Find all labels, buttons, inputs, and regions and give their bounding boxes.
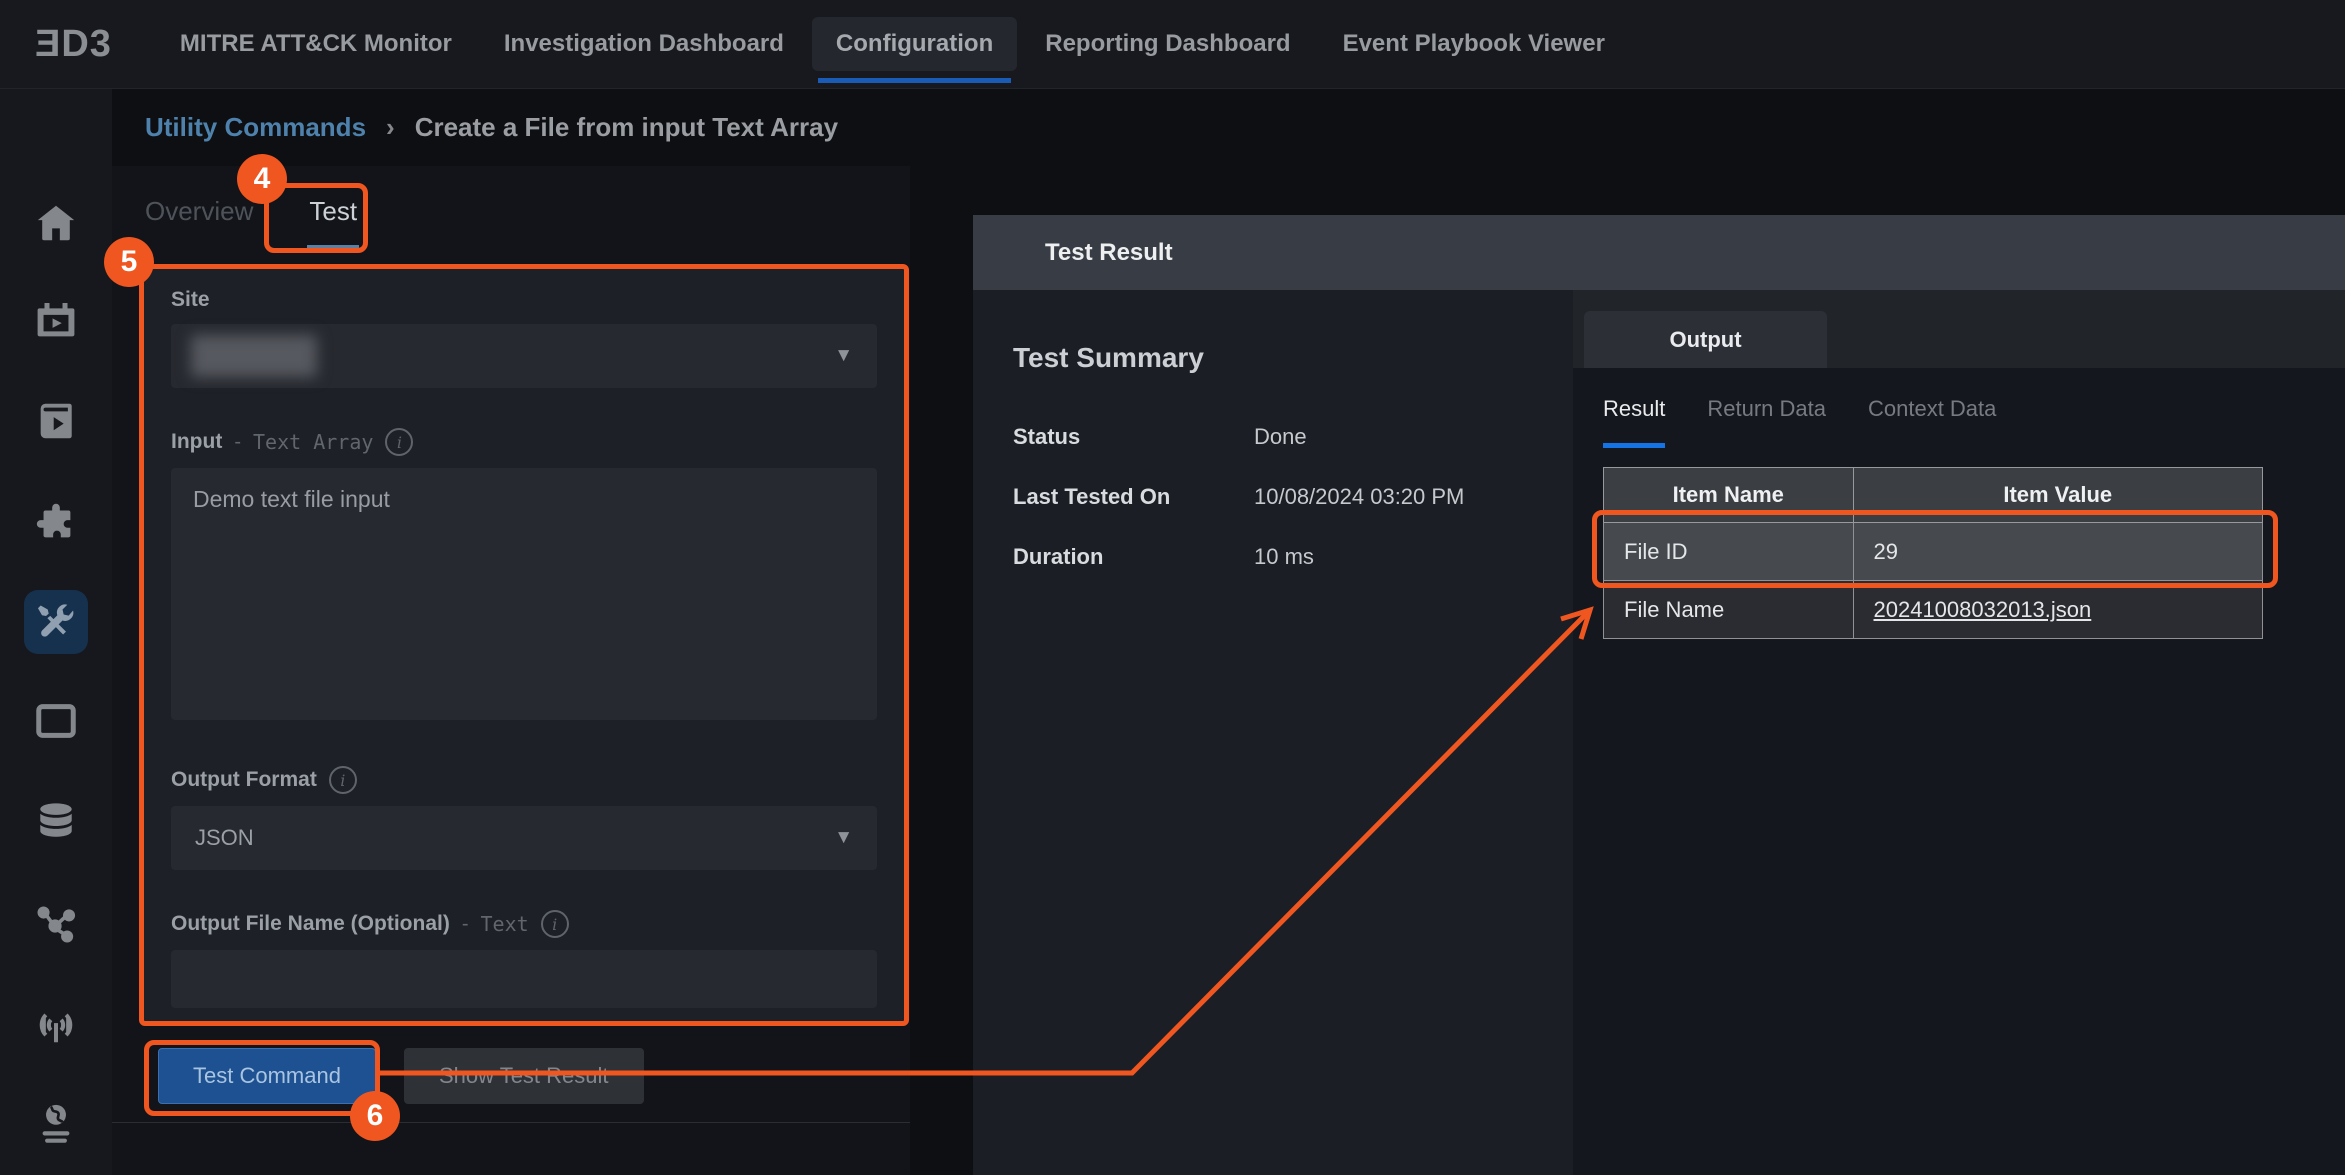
command-tabs: Overview Test (145, 196, 357, 251)
sidebar-item-link-analysis[interactable] (24, 893, 88, 957)
table-row-file-id: File ID 29 (1604, 523, 2263, 581)
sidebar-item-event-playbook[interactable] (24, 289, 88, 353)
sidebar-item-data-management[interactable] (24, 789, 88, 853)
subtab-context-data[interactable]: Context Data (1868, 396, 1996, 448)
calendar-play-icon (33, 298, 79, 344)
output-file-name-info-icon[interactable]: i (541, 910, 569, 938)
summary-row-duration: Duration 10 ms (1013, 544, 1573, 570)
output-format-label: Output Format (171, 768, 317, 792)
nav-item-mitre-attack-monitor[interactable]: MITRE ATT&CK Monitor (156, 17, 476, 71)
app-window: ƎD3 MITRE ATT&CK Monitor Investigation D… (0, 0, 2345, 1175)
site-label: Site (171, 288, 210, 312)
nav-item-event-playbook-viewer[interactable]: Event Playbook Viewer (1319, 17, 1629, 71)
header-item-value: Item Value (1853, 468, 2263, 523)
sidebar-item-broadcast[interactable] (24, 993, 88, 1057)
output-file-name-label: Output File Name (Optional) (171, 912, 450, 936)
table-row-file-name: File Name 20241008032013.json (1604, 581, 2263, 639)
summary-row-status: Status Done (1013, 424, 1573, 450)
subtab-result[interactable]: Result (1603, 396, 1665, 448)
antenna-broadcast-icon (33, 1002, 79, 1048)
file-name-name-cell: File Name (1604, 581, 1854, 639)
file-id-value-cell: 29 (1853, 523, 2263, 581)
site-select[interactable]: ▼ (171, 324, 877, 388)
output-subtabs: Result Return Data Context Data (1603, 396, 1996, 448)
redacted-site-value (191, 335, 317, 377)
test-result-panel: Test Result Test Summary Status Done Las… (973, 215, 2345, 1175)
d3-logo[interactable]: ƎD3 (35, 23, 112, 66)
puzzle-icon (33, 499, 79, 545)
database-icon (33, 798, 79, 844)
chevron-down-icon: ▼ (834, 345, 853, 367)
file-download-link[interactable]: 20241008032013.json (1874, 597, 2092, 622)
output-format-value: JSON (195, 825, 254, 851)
sidebar-item-integrations[interactable] (24, 490, 88, 554)
input-label: Input (171, 430, 222, 454)
tools-icon (33, 599, 79, 645)
table-header-row: Item Name Item Value (1604, 468, 2263, 523)
sidebar-item-geo-feed[interactable] (24, 1092, 88, 1156)
nav-item-investigation-dashboard[interactable]: Investigation Dashboard (480, 17, 808, 71)
book-play-icon (33, 398, 79, 444)
header-item-name: Item Name (1604, 468, 1854, 523)
test-summary: Test Summary Status Done Last Tested On … (973, 290, 1573, 1175)
calendar-icon (33, 698, 79, 744)
output-file-name-input[interactable] (171, 950, 877, 1008)
duration-label: Duration (1013, 544, 1254, 570)
test-summary-title: Test Summary (1013, 342, 1573, 374)
breadcrumb-parent-link[interactable]: Utility Commands (145, 112, 366, 143)
input-info-icon[interactable]: i (385, 428, 413, 456)
status-value: Done (1254, 424, 1307, 450)
output-format-info-icon[interactable]: i (329, 766, 357, 794)
output-section: Output Result Return Data Context Data I… (1573, 290, 2345, 1175)
sidebar-item-home[interactable] (24, 191, 88, 255)
input-textarea[interactable]: Demo text file input (171, 468, 877, 720)
chevron-down-icon: ▼ (834, 827, 853, 849)
tab-test[interactable]: Test (309, 196, 357, 251)
subtab-return-data[interactable]: Return Data (1707, 396, 1826, 448)
tab-output[interactable]: Output (1584, 311, 1827, 368)
test-result-header: Test Result (973, 215, 2345, 290)
summary-row-last-tested: Last Tested On 10/08/2024 03:20 PM (1013, 484, 1573, 510)
panel-divider (112, 1122, 910, 1123)
globe-lines-icon (33, 1101, 79, 1147)
test-result-title: Test Result (1045, 239, 1173, 267)
test-parameters-form: Site ▼ Input - Text Array i Demo text fi… (143, 268, 905, 1022)
type-separator: - (234, 431, 241, 454)
top-nav-items: MITRE ATT&CK Monitor Investigation Dashb… (154, 0, 1631, 88)
output-format-select[interactable]: JSON ▼ (171, 806, 877, 870)
last-tested-value: 10/08/2024 03:20 PM (1254, 484, 1464, 510)
type-separator: - (462, 913, 469, 936)
show-test-result-button[interactable]: Show Test Result (404, 1048, 644, 1104)
command-detail-panel: Overview Test Site ▼ Input - Text Array … (112, 166, 910, 1175)
output-file-name-type-hint: Text (481, 912, 529, 936)
tab-overview[interactable]: Overview (145, 196, 253, 251)
last-tested-label: Last Tested On (1013, 484, 1254, 510)
nav-item-configuration[interactable]: Configuration (812, 17, 1017, 71)
status-label: Status (1013, 424, 1254, 450)
network-nodes-icon (33, 902, 79, 948)
file-id-name-cell: File ID (1604, 523, 1854, 581)
test-result-body: Test Summary Status Done Last Tested On … (973, 290, 2345, 1175)
result-table: Item Name Item Value File ID 29 File Nam… (1603, 467, 2263, 639)
input-type-hint: Text Array (253, 430, 373, 454)
sidebar-item-schedule[interactable] (24, 689, 88, 753)
output-tab-strip: Output (1573, 290, 2345, 368)
page-title: Create a File from input Text Array (415, 112, 838, 143)
breadcrumb: Utility Commands › Create a File from in… (145, 88, 838, 166)
duration-value: 10 ms (1254, 544, 1314, 570)
sidebar-item-utility-commands[interactable] (24, 590, 88, 654)
home-icon (33, 200, 79, 246)
file-name-value-cell: 20241008032013.json (1853, 581, 2263, 639)
nav-item-reporting-dashboard[interactable]: Reporting Dashboard (1021, 17, 1314, 71)
breadcrumb-separator-icon: › (386, 112, 395, 143)
test-command-button[interactable]: Test Command (158, 1048, 376, 1104)
sidebar-item-playbook-library[interactable] (24, 389, 88, 453)
left-icon-sidebar (0, 88, 112, 1175)
top-nav: ƎD3 MITRE ATT&CK Monitor Investigation D… (0, 0, 2345, 89)
